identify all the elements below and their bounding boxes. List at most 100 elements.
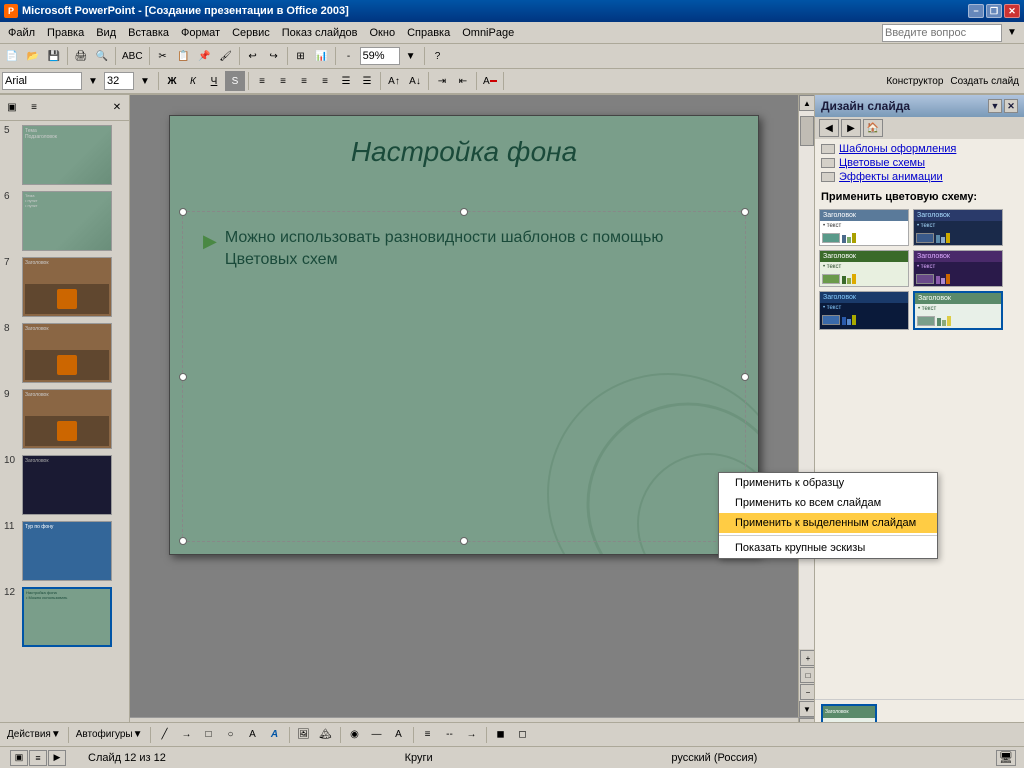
handle-ml[interactable] [179, 373, 187, 381]
cut-button[interactable]: ✂ [153, 46, 173, 66]
font-size-dropdown[interactable]: ▼ [135, 71, 155, 91]
justify[interactable]: ≡ [315, 71, 335, 91]
slide-thumb-8[interactable]: 8 Заголовок [4, 323, 125, 383]
ctx-show-large[interactable]: Показать крупные эскизы [719, 538, 937, 558]
close-button[interactable]: ✕ [1004, 4, 1020, 18]
slide-thumb-6[interactable]: 6 Тема• пункт• пункт [4, 191, 125, 251]
actions-menu[interactable]: Действия▼ [4, 725, 64, 745]
nav-back[interactable]: ◀ [819, 119, 839, 137]
line-style-btn[interactable]: ≡ [418, 725, 438, 745]
font-name-input[interactable] [2, 72, 82, 90]
slide-thumb-5[interactable]: 5 ТемаПодзаголовок [4, 125, 125, 185]
ctx-apply-master[interactable]: Применить к образцу [719, 473, 937, 493]
slide-thumb-12[interactable]: 12 Настройка фона• Можно использовать [4, 587, 125, 647]
font-color-btn2[interactable]: A [389, 725, 409, 745]
font-name-dropdown[interactable]: ▼ [83, 71, 103, 91]
decrease-indent[interactable]: ⇤ [453, 71, 473, 91]
bold-button[interactable]: Ж [162, 71, 182, 91]
panel-close-button[interactable]: ✕ [1004, 99, 1018, 113]
link-animation[interactable]: Эффекты анимации [821, 171, 1018, 183]
menu-format[interactable]: Формат [175, 25, 226, 41]
menu-view[interactable]: Вид [90, 25, 122, 41]
align-center[interactable]: ≡ [273, 71, 293, 91]
bullets[interactable]: ☰ [336, 71, 356, 91]
designer-button[interactable]: Конструктор [883, 71, 946, 91]
line-tool[interactable]: ╱ [155, 725, 175, 745]
link-templates[interactable]: Шаблоны оформления [821, 143, 1018, 155]
menu-service[interactable]: Сервис [226, 25, 276, 41]
increase-font[interactable]: A↑ [384, 71, 404, 91]
align-left[interactable]: ≡ [252, 71, 272, 91]
zoom-dropdown[interactable]: ▼ [401, 46, 421, 66]
insert-chart[interactable]: 📊 [312, 46, 332, 66]
autoshapes-menu[interactable]: Автофигуры▼ [73, 725, 146, 745]
menu-file[interactable]: Файл [2, 25, 41, 41]
help-button[interactable]: ? [428, 46, 448, 66]
close-panel[interactable]: ✕ [107, 98, 127, 118]
help-search-button[interactable]: ▼ [1002, 23, 1022, 43]
arrow-style-btn[interactable]: → [462, 725, 482, 745]
arrow-tool[interactable]: → [177, 725, 197, 745]
underline-button[interactable]: Ч [204, 71, 224, 91]
textbox-tool[interactable]: A [243, 725, 263, 745]
align-right[interactable]: ≡ [294, 71, 314, 91]
slides-tab[interactable]: ▣ [2, 98, 22, 118]
italic-button[interactable]: К [183, 71, 203, 91]
spell-button[interactable]: ABC [119, 46, 146, 66]
handle-tl[interactable] [179, 208, 187, 216]
slideshow-view-btn[interactable]: ▶ [48, 750, 66, 766]
menu-slideshow[interactable]: Показ слайдов [276, 25, 364, 41]
slide-vscrollbar[interactable]: ▲ + □ − ▼ [798, 95, 814, 717]
font-size-input[interactable] [104, 72, 134, 90]
scroll-up[interactable]: ▲ [799, 95, 814, 111]
decrease-font[interactable]: A↓ [405, 71, 425, 91]
scroll-down[interactable]: ▼ [799, 701, 814, 717]
outline-view-btn[interactable]: ≡ [29, 750, 47, 766]
insert-table[interactable]: ⊞ [291, 46, 311, 66]
nav-home[interactable]: 🏠 [863, 119, 883, 137]
font-color-button[interactable]: A [480, 71, 500, 91]
wordart-tool[interactable]: A [265, 725, 285, 745]
nav-forward[interactable]: ▶ [841, 119, 861, 137]
line-color-btn[interactable]: — [367, 725, 387, 745]
print-button[interactable]: 🖨 [71, 46, 91, 66]
open-button[interactable]: 📂 [23, 46, 43, 66]
zoom-input[interactable] [360, 47, 400, 65]
color-scheme-5[interactable]: Заголовок • текст [819, 291, 909, 330]
format-painter[interactable]: 🖌 [216, 46, 236, 66]
rectangle-tool[interactable]: □ [199, 725, 219, 745]
insert-picture[interactable]: 🏔 [316, 725, 336, 745]
color-scheme-1[interactable]: Заголовок • текст [819, 209, 909, 246]
ctx-apply-all[interactable]: Применить ко всем слайдам [719, 493, 937, 513]
normal-view-btn[interactable]: ▣ [10, 750, 28, 766]
handle-tr[interactable] [741, 208, 749, 216]
minimize-button[interactable]: − [968, 4, 984, 18]
shadow-button[interactable]: S [225, 71, 245, 91]
menu-edit[interactable]: Правка [41, 25, 90, 41]
slide-canvas[interactable]: Настройка фона [169, 115, 759, 555]
menu-insert[interactable]: Вставка [122, 25, 175, 41]
ctx-apply-selected[interactable]: Применить к выделенным слайдам [719, 513, 937, 533]
handle-tm[interactable] [460, 208, 468, 216]
slide-thumb-11[interactable]: 11 Тур по фону [4, 521, 125, 581]
slide-thumb-10[interactable]: 10 Заголовок [4, 455, 125, 515]
new-button[interactable]: 📄 [2, 46, 22, 66]
slide-thumb-9[interactable]: 9 Заголовок [4, 389, 125, 449]
redo-button[interactable]: ↪ [264, 46, 284, 66]
menu-window[interactable]: Окно [364, 25, 402, 41]
help-search-input[interactable] [882, 24, 1002, 42]
oval-tool[interactable]: ○ [221, 725, 241, 745]
fill-color-btn[interactable]: ◉ [345, 725, 365, 745]
handle-bm[interactable] [460, 537, 468, 545]
zoom-out-btn[interactable]: − [800, 684, 814, 700]
dash-style-btn[interactable]: -- [440, 725, 460, 745]
menu-help[interactable]: Справка [401, 25, 456, 41]
clipart-tool[interactable]: 🖼 [294, 725, 314, 745]
link-color-schemes[interactable]: Цветовые схемы [821, 157, 1018, 169]
zoom-in-btn[interactable]: + [800, 650, 814, 666]
paste-button[interactable]: 📌 [195, 46, 215, 66]
menu-omnipage[interactable]: OmniPage [456, 25, 520, 41]
slide-thumb-7[interactable]: 7 Заголовок [4, 257, 125, 317]
restore-button[interactable]: ❐ [986, 4, 1002, 18]
zoom-fit-btn[interactable]: □ [800, 667, 814, 683]
